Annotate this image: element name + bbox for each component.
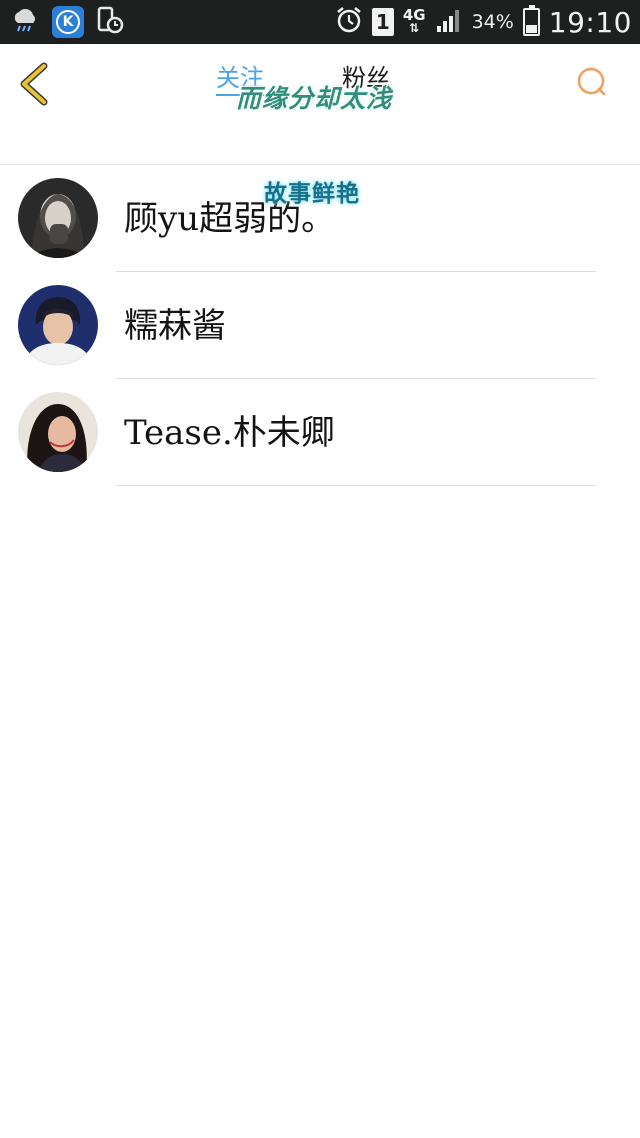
list-item[interactable]: 糯菻酱 (0, 272, 640, 379)
search-icon (577, 67, 606, 96)
k-app-icon: K (52, 6, 84, 38)
alarm-icon (335, 5, 363, 39)
back-button[interactable] (14, 62, 54, 106)
divider (116, 485, 596, 486)
sticker-text-overlay: 而缘分却太浅 (236, 84, 393, 113)
status-bar: K 1 4G ⇅ 34% 19:10 (0, 0, 640, 44)
chevron-left-icon (20, 62, 48, 106)
avatar (18, 178, 98, 258)
user-name: 糯菻酱 (124, 306, 226, 346)
status-bar-left: K (10, 5, 124, 39)
list-item[interactable]: Tease.朴未卿 (0, 379, 640, 486)
weather-rain-icon (10, 5, 40, 39)
signal-icon (435, 6, 463, 38)
status-bar-right: 1 4G ⇅ 34% 19:10 (335, 0, 632, 44)
sticker-text-overlay: 故事鲜艳 (264, 180, 360, 207)
avatar (18, 285, 98, 365)
battery-percent: 34% (471, 11, 514, 33)
sim-1-icon: 1 (371, 8, 394, 36)
user-name: Tease.朴未卿 (124, 413, 335, 453)
avatar (18, 392, 98, 472)
status-clock: 19:10 (548, 5, 632, 39)
battery-icon (522, 5, 540, 36)
network-4g-icon: 4G ⇅ (402, 6, 426, 35)
screen-clock-icon (96, 5, 124, 39)
follow-list: 顾yu超弱的。 糯菻酱 Tease.朴未卿 (0, 165, 640, 486)
search-button[interactable] (574, 64, 610, 100)
battery-fill (525, 24, 537, 33)
